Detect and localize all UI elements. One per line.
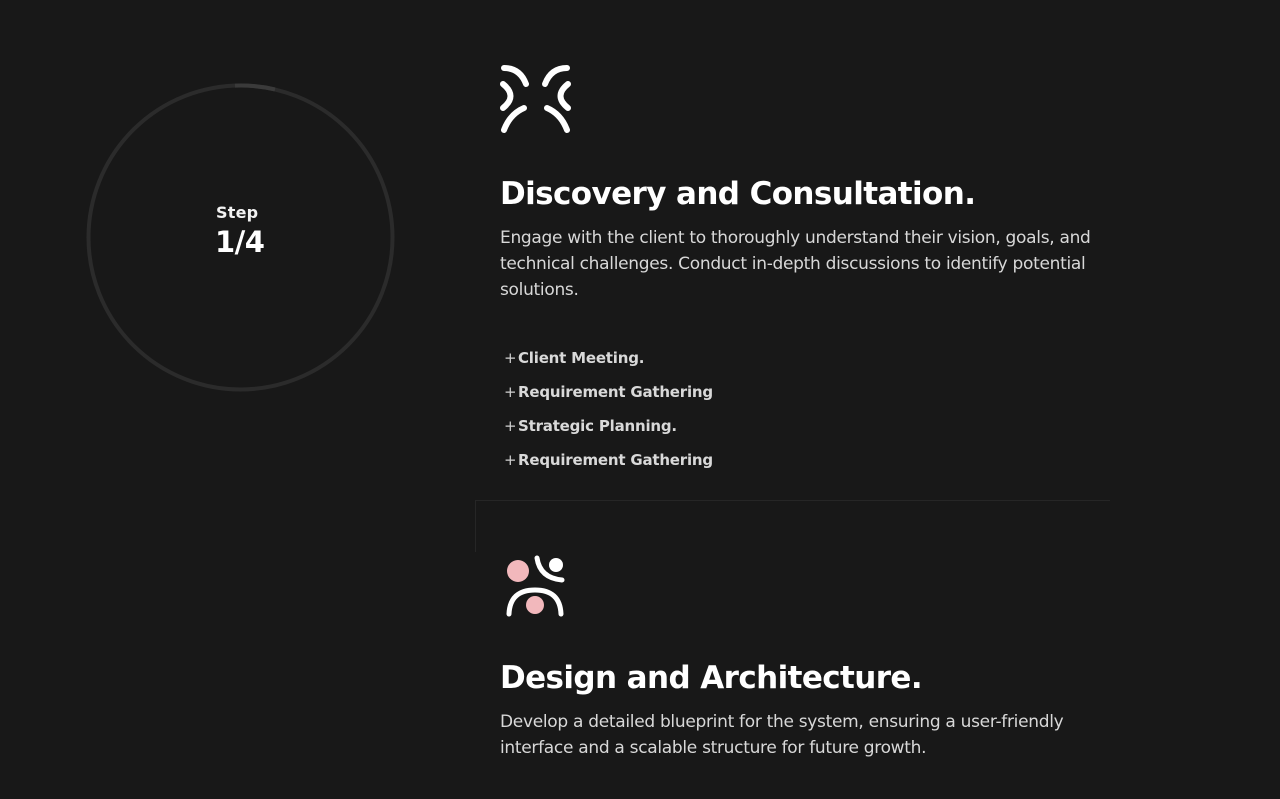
plus-icon: + [504, 383, 517, 401]
feature-list: + Client Meeting. + Requirement Gatherin… [500, 341, 1110, 477]
list-item: + Requirement Gathering [500, 443, 1110, 477]
section-title: Design and Architecture. [500, 660, 923, 696]
list-item: + Client Meeting. [500, 341, 1110, 375]
list-item: + Strategic Planning. [500, 409, 1110, 443]
section-divider [475, 500, 1110, 501]
ring-progress-arc [234, 83, 276, 92]
list-item-label: Requirement Gathering [518, 451, 713, 469]
plus-icon: + [504, 417, 517, 435]
list-item-label: Requirement Gathering [518, 383, 713, 401]
section-divider-vertical [475, 500, 476, 552]
list-item-label: Strategic Planning. [518, 417, 677, 435]
section-title: Discovery and Consultation. [500, 176, 976, 212]
frustrated-face-icon [500, 62, 574, 136]
list-item: + Requirement Gathering [500, 375, 1110, 409]
section-description: Engage with the client to thoroughly und… [500, 228, 1091, 300]
section-description: Develop a detailed blueprint for the sys… [500, 712, 1064, 758]
list-item-label: Client Meeting. [518, 349, 645, 367]
plus-icon: + [504, 451, 517, 469]
people-collaboration-icon [500, 552, 574, 626]
process-step-discovery: Discovery and Consultation. Engage with … [500, 62, 1110, 477]
step-label: Step [216, 203, 259, 222]
plus-icon: + [504, 349, 517, 367]
cut-off-text-fragment [738, 0, 752, 2]
step-count: 1/4 [215, 225, 265, 259]
process-step-design: Design and Architecture. Develop a detai… [500, 552, 1110, 761]
